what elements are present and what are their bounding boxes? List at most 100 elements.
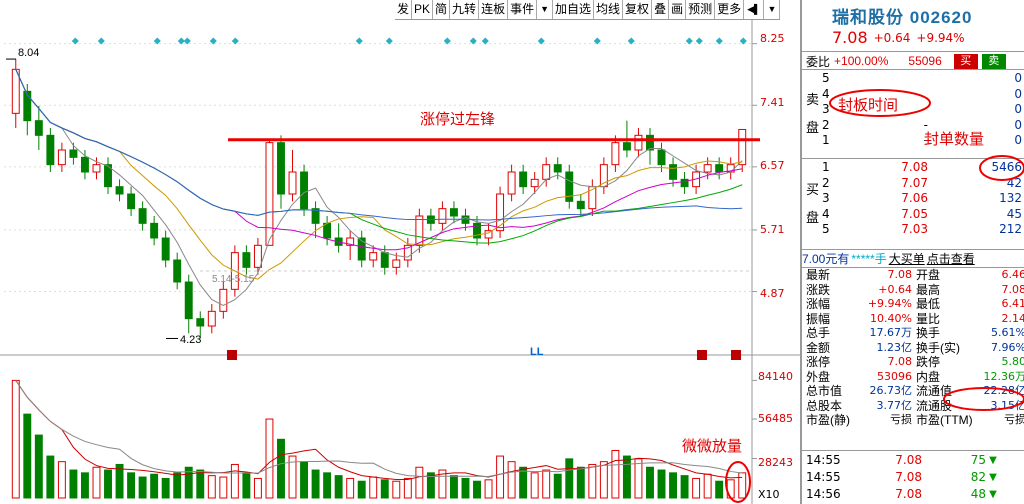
volume-bar [461, 477, 470, 499]
event-marker [685, 37, 693, 45]
buy-level-row[interactable]: 4 7.05 45 [822, 207, 1024, 223]
candle-body [92, 164, 101, 173]
candle-body [507, 171, 516, 195]
candle-body [57, 149, 66, 166]
candle-body [542, 164, 551, 180]
volume-multiplier: X10 [758, 488, 780, 501]
ma-line [15, 69, 743, 251]
candle-body [300, 171, 309, 210]
candle-body [530, 178, 539, 188]
buy-level-row[interactable]: 3 7.06 132 [822, 191, 1024, 207]
stat-row: 市盈(静) 亏损 市盈(TTM) 亏损 [806, 413, 1024, 427]
buy-level-row[interactable]: 5 7.03 212 [822, 222, 1024, 238]
candle-body [288, 171, 297, 195]
view-details-link[interactable]: 点击查看 [927, 251, 975, 267]
candle-body [576, 200, 585, 210]
toolbar-menu-icon[interactable]: ▼ [764, 0, 781, 19]
toolbar-button-adjust[interactable]: 复权 [623, 0, 653, 19]
buy-side-label: 买盘 [806, 182, 820, 225]
sell-level-row[interactable]: 2-0 [822, 118, 1024, 134]
price-row: 7.08 +0.64 +9.94% [832, 28, 965, 47]
toolbar-button-pk[interactable]: PK [412, 0, 434, 19]
volume-bar [311, 469, 320, 499]
toolbar-button-jian[interactable]: 简 [433, 0, 451, 19]
buy-button[interactable]: 买 [953, 53, 978, 69]
event-marker [97, 37, 105, 45]
candle-body [184, 281, 193, 320]
stock-terminal: 发 PK 简 九转 连板 事件 ▼ 加自选 均线 复权 叠 画 预测 更多 ◀▌… [0, 0, 1024, 504]
volume-bar [277, 438, 285, 499]
volume-ma-line [15, 380, 743, 477]
candle-body [646, 134, 654, 151]
volume-bar [738, 472, 747, 499]
event-marker [695, 37, 703, 45]
big-order-link[interactable]: 大买单 [889, 251, 925, 267]
toolbar-button-overlay[interactable]: 叠 [652, 0, 670, 19]
toolbar-button-jiuzhuan[interactable]: 九转 [450, 0, 480, 19]
annotation-volume: 微微放量 [682, 438, 743, 455]
toolbar-button-draw[interactable]: 画 [669, 0, 687, 19]
volume-bar [11, 379, 20, 499]
toolbar-button-shijian[interactable]: 事件 [508, 0, 538, 19]
price-axis-label: 5.71 [760, 223, 785, 236]
weibi-label: 委比 [806, 54, 831, 69]
candle-body [138, 208, 147, 224]
sell-level-row[interactable]: 50 [822, 71, 1024, 87]
candle-body [80, 156, 89, 173]
volume-bar [300, 461, 309, 499]
volume-bar [173, 472, 182, 499]
volume-bar [265, 418, 274, 499]
low-marker: 4.23 [180, 334, 202, 346]
event-marker [537, 37, 545, 45]
candle-body [715, 164, 724, 173]
ma-line [15, 69, 743, 307]
volume-bar [127, 472, 136, 499]
kline-chart[interactable]: 8.25 7.41 6.57 5.71 4.87 84140 56485 282… [0, 20, 800, 504]
candle-body [438, 208, 447, 224]
candle-body [415, 215, 424, 246]
volume-bar [104, 469, 112, 499]
volume-bar [253, 477, 262, 499]
candle-body [703, 164, 712, 173]
stat-row: 总手 17.67万 换手 5.61% [806, 326, 1024, 340]
volume-bar [23, 413, 32, 499]
volume-bar [484, 479, 493, 499]
candle-body [219, 288, 228, 312]
candle-body [449, 208, 458, 217]
toolbar-button-add-watchlist[interactable]: 加自选 [553, 0, 595, 19]
volume-bar [46, 455, 55, 499]
annotation-limit-up: 涨停过左锋 [420, 111, 496, 128]
candle-body [680, 178, 689, 188]
volume-bar [57, 461, 66, 499]
collapse-panel-icon[interactable]: ◀▌ [744, 0, 765, 19]
volume-bar [357, 480, 366, 499]
tick-row: 14:56 7.08 48 ▼ [806, 486, 1024, 503]
volume-bar [69, 469, 78, 499]
toolbar-button-ma[interactable]: 均线 [594, 0, 624, 19]
toolbar-dropdown-icon[interactable]: ▼ [537, 0, 554, 19]
volume-bar [80, 472, 89, 499]
stat-row: 外盘 53096 内盘 12.36万 [806, 369, 1024, 384]
candle-body [34, 120, 43, 136]
toolbar-button-forecast[interactable]: 预测 [686, 0, 716, 19]
toolbar-button-lianban[interactable]: 连板 [479, 0, 509, 19]
sell-level-row[interactable]: 1-0 [822, 133, 1024, 149]
volume-bar [403, 477, 412, 499]
price-change: +0.64 [873, 31, 911, 45]
weibi-value: +100.00% [834, 54, 889, 68]
down-arrow-icon: ▼ [989, 472, 997, 483]
toolbar-button-fa[interactable]: 发 [395, 0, 413, 19]
volume-bar [530, 472, 539, 499]
toolbar-button-more[interactable]: 更多 [715, 0, 745, 19]
sell-button[interactable]: 卖 [981, 53, 1006, 69]
event-marker [71, 37, 79, 45]
down-arrow-icon: ▼ [989, 455, 997, 466]
volume-bar [196, 469, 205, 499]
volume-bar [703, 473, 712, 499]
volume-bar [207, 475, 216, 499]
candle-body [380, 252, 389, 268]
event-flag [731, 350, 741, 360]
tick-list: 14:55 7.08 75 ▼ 14:55 7.08 82 ▼ 14:56 7.08 48 ▼ [806, 452, 1024, 503]
candle-body [207, 310, 216, 327]
volume-bar [599, 461, 608, 499]
